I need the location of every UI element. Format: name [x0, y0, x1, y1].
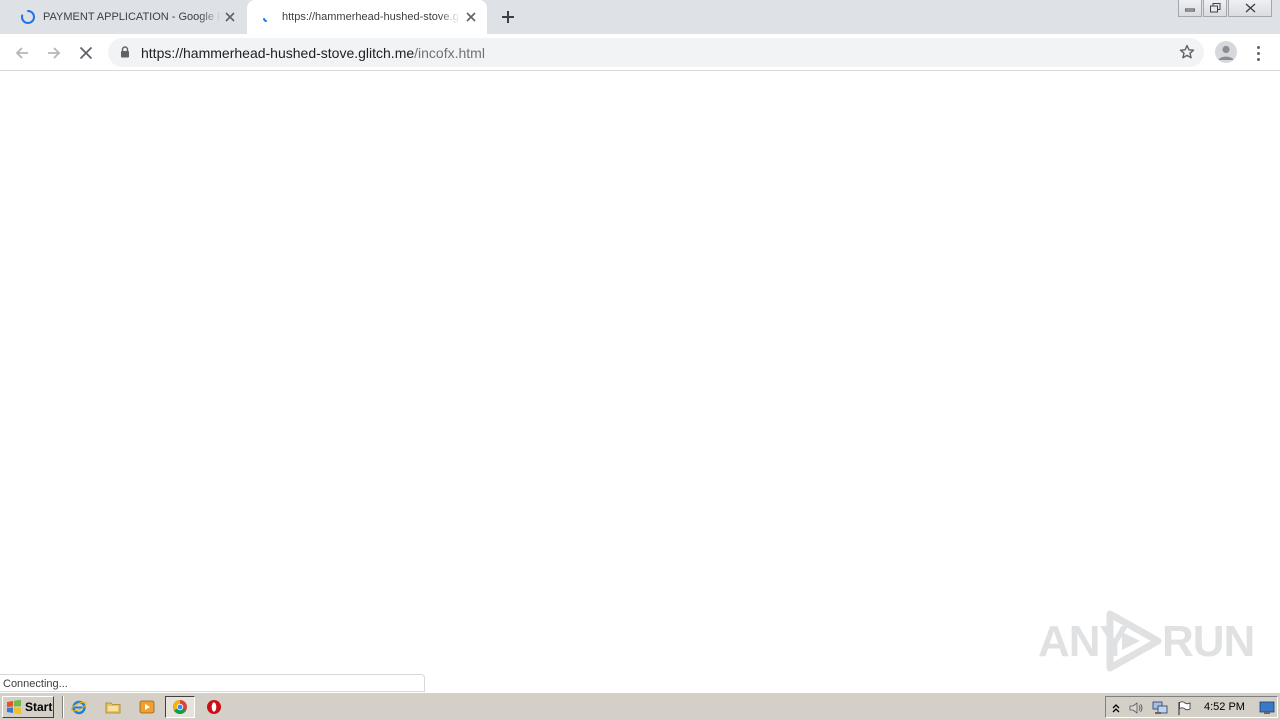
minimize-icon — [1185, 8, 1195, 12]
person-icon — [1218, 45, 1234, 60]
action-center-button[interactable] — [1176, 700, 1192, 716]
forward-button[interactable] — [44, 43, 64, 63]
new-tab-icon[interactable] — [500, 9, 516, 25]
play-logo-icon — [1106, 610, 1162, 672]
status-bubble: Connecting... — [0, 674, 425, 692]
url-path: /incofx.html — [414, 45, 485, 61]
chrome-menu-button[interactable] — [1252, 43, 1264, 63]
loading-spinner-icon — [263, 18, 267, 22]
start-button[interactable]: Start — [2, 696, 54, 718]
chrome-taskbar-button[interactable] — [165, 696, 195, 718]
page-viewport[interactable] — [0, 72, 1280, 692]
opera-button[interactable] — [205, 698, 223, 716]
url-host: https://hammerhead-hushed-stove.glitch.m… — [141, 45, 415, 61]
system-tray: 4:52 PM — [1105, 696, 1278, 718]
minimize-button[interactable] — [1178, 0, 1202, 17]
start-label: Start — [25, 700, 53, 714]
tab-title: https://hammerhead-hushed-stove.glitch.m… — [282, 11, 460, 23]
network-button[interactable] — [1152, 700, 1168, 716]
close-window-button[interactable] — [1228, 0, 1272, 17]
back-button[interactable] — [12, 43, 32, 63]
stop-x-icon — [79, 46, 93, 60]
restore-icon — [1209, 3, 1220, 13]
chrome-icon — [173, 700, 187, 714]
stop-loading-button[interactable] — [76, 43, 96, 63]
window-controls — [1177, 0, 1272, 17]
taskbar-clock[interactable]: 4:52 PM — [1204, 701, 1245, 714]
media-player-icon — [139, 700, 155, 714]
taskbar-separator — [62, 696, 64, 718]
volume-button[interactable] — [1128, 700, 1144, 716]
opera-icon — [207, 700, 221, 714]
dot-icon — [1256, 51, 1260, 55]
internet-explorer-icon — [71, 700, 87, 715]
windows-taskbar: Start 4:52 PM — [0, 692, 1280, 720]
close-tab-icon[interactable] — [224, 11, 236, 23]
desktop-icon — [1259, 701, 1275, 714]
tab-incofx[interactable]: https://hammerhead-hushed-stove.glitch.m… — [247, 0, 487, 34]
lock-icon[interactable] — [120, 46, 130, 58]
show-hidden-icons-button[interactable] — [1108, 700, 1124, 716]
browser-toolbar: https://hammerhead-hushed-stove.glitch.m… — [0, 34, 1280, 71]
bookmark-star-icon[interactable] — [1179, 44, 1195, 60]
restore-button[interactable] — [1203, 0, 1227, 17]
close-tab-icon[interactable] — [465, 11, 477, 23]
tab-strip: PAYMENT APPLICATION - Google Preview htt… — [0, 0, 1280, 34]
tab-title: PAYMENT APPLICATION - Google Preview — [43, 11, 221, 23]
dot-icon — [1256, 45, 1260, 49]
url-text[interactable]: https://hammerhead-hushed-stove.glitch.m… — [141, 45, 485, 61]
folder-icon — [105, 702, 121, 714]
forward-arrow-icon — [48, 47, 61, 59]
anyrun-watermark: ANY RUN — [1036, 610, 1255, 672]
loading-spinner-icon — [20, 10, 35, 24]
close-icon — [1245, 3, 1255, 13]
network-icon — [1152, 701, 1168, 714]
watermark-text-right: RUN — [1162, 617, 1255, 666]
profile-avatar[interactable] — [1215, 41, 1237, 63]
internet-explorer-button[interactable] — [70, 698, 88, 716]
dot-icon — [1256, 57, 1260, 61]
show-desktop-button[interactable] — [1259, 700, 1275, 716]
tab-payment-application[interactable]: PAYMENT APPLICATION - Google Preview — [8, 0, 246, 34]
flag-icon — [1178, 701, 1191, 715]
media-player-button[interactable] — [138, 698, 156, 716]
chevron-up-icon — [1112, 704, 1120, 713]
speaker-icon — [1129, 702, 1143, 714]
file-explorer-button[interactable] — [104, 698, 122, 716]
back-arrow-icon — [15, 47, 28, 59]
address-bar[interactable]: https://hammerhead-hushed-stove.glitch.m… — [108, 38, 1204, 67]
windows-flag-icon — [7, 699, 21, 715]
